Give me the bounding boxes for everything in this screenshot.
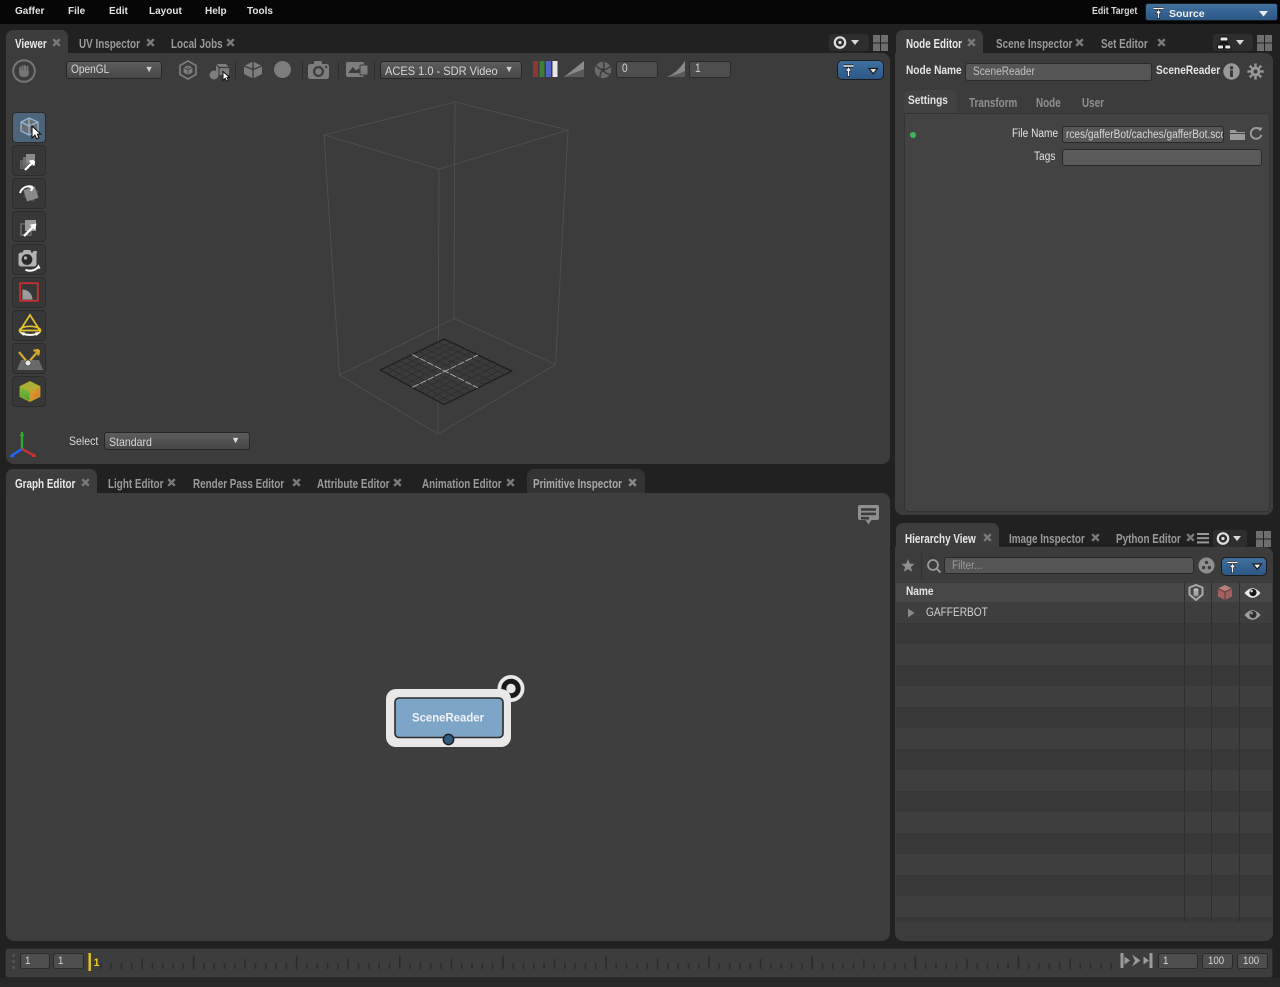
svg-text:SceneReader: SceneReader [412, 713, 485, 725]
svg-text:1: 1 [94, 957, 100, 969]
svg-text:Source: Source [1169, 8, 1205, 20]
